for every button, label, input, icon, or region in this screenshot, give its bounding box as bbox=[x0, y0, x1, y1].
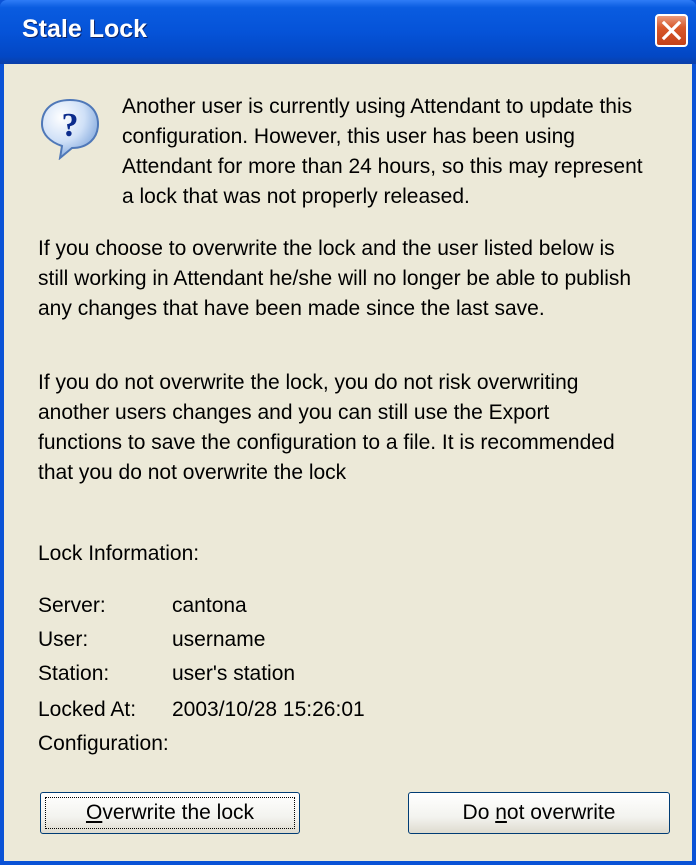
dialog-title: Stale Lock bbox=[22, 15, 148, 43]
locked-at-value: 2003/10/28 15:26:01 bbox=[172, 698, 365, 721]
overwrite-lock-button[interactable]: Overwrite the lock bbox=[40, 792, 300, 834]
question-icon: ? bbox=[40, 98, 100, 160]
intro-message: Another user is currently using Attendan… bbox=[122, 95, 643, 208]
close-button[interactable] bbox=[655, 14, 688, 47]
user-value: username bbox=[172, 628, 266, 651]
lock-info-heading: Lock Information: bbox=[38, 542, 200, 565]
do-not-overwrite-button[interactable]: Do not overwrite bbox=[408, 792, 670, 834]
station-value: user's station bbox=[172, 662, 296, 685]
do-not-accelerator: n bbox=[495, 801, 507, 824]
locked-at-label: Locked At: bbox=[38, 698, 137, 721]
overwrite-warning-text: If you choose to overwrite the lock and … bbox=[38, 237, 632, 320]
server-value: cantona bbox=[172, 594, 247, 617]
close-icon bbox=[661, 20, 682, 41]
title-bar[interactable]: Stale Lock bbox=[0, 0, 696, 64]
overwrite-accelerator: O bbox=[85, 801, 103, 824]
stale-lock-dialog: Stale Lock ? Another user is currently u… bbox=[0, 0, 696, 865]
svg-text:?: ? bbox=[62, 107, 79, 144]
do-not-button-label: ot overwrite bbox=[506, 801, 616, 824]
recommendation-text: If you do not overwrite the lock, you do… bbox=[38, 371, 615, 484]
server-label: Server: bbox=[38, 594, 106, 617]
station-label: Station: bbox=[38, 662, 110, 685]
configuration-label: Configuration: bbox=[38, 732, 169, 755]
user-label: User: bbox=[38, 628, 89, 651]
overwrite-button-label: verwrite the lock bbox=[102, 801, 255, 824]
do-not-prefix: Do bbox=[462, 801, 496, 824]
dialog-body: ? Another user is currently using Attend… bbox=[4, 64, 692, 861]
